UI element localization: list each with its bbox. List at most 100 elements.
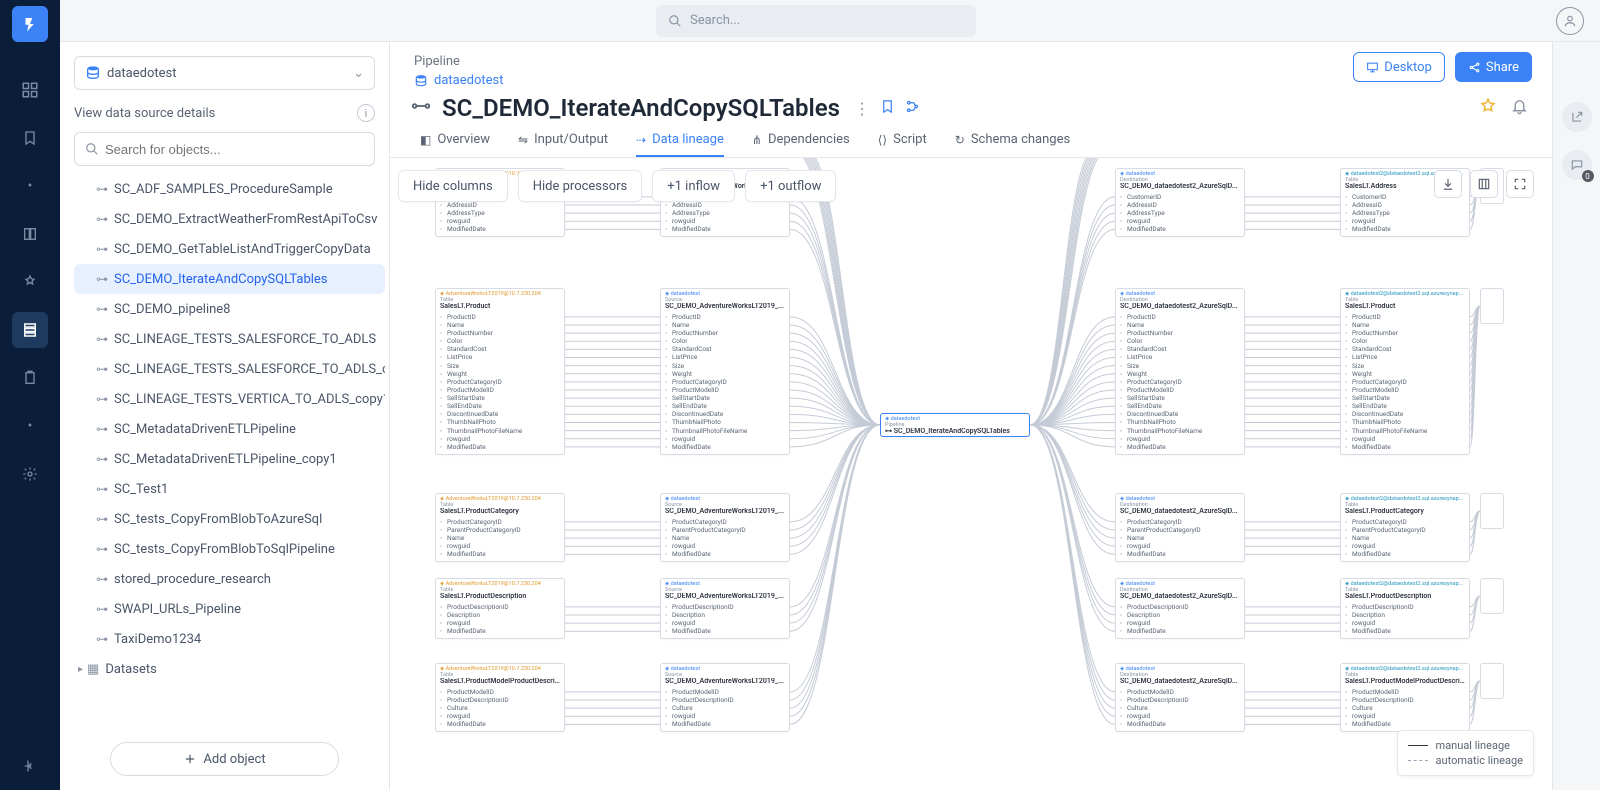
lineage-node[interactable]: ◈ AdventureWorksLT2019@10.7.230.204Table…	[435, 663, 565, 732]
rail-book-icon[interactable]	[12, 216, 48, 252]
tree-item[interactable]: ⊶SWAPI_URLs_Pipeline	[74, 594, 385, 624]
app-logo[interactable]	[12, 6, 48, 42]
lineage-node[interactable]: ◈ dataedotestDestinationSC_DEMO_dataedot…	[1115, 663, 1245, 732]
lineage-node-stub[interactable]	[1480, 663, 1504, 699]
pipeline-icon: ⊶	[96, 362, 108, 376]
object-tree: ⊶SC_ADF_SAMPLES_ProcedureSample⊶SC_DEMO_…	[60, 174, 389, 732]
open-external-icon[interactable]	[1562, 102, 1592, 132]
bell-icon[interactable]	[1511, 98, 1528, 119]
lineage-node[interactable]: ◈ dataedotestSourceSC_DEMO_AdventureWork…	[660, 493, 790, 562]
tree-item[interactable]: ⊶SC_Test1	[74, 474, 385, 504]
object-search[interactable]	[74, 132, 375, 166]
share-icon	[1468, 61, 1481, 74]
tab-data-lineage[interactable]: ⇢Data lineage	[636, 132, 724, 157]
page-title: SC_DEMO_IterateAndCopySQLTables	[442, 94, 840, 122]
pipeline-icon: ⊶	[96, 572, 108, 586]
add-object-button[interactable]: Add object	[110, 742, 339, 776]
pipeline-icon: ⊶	[96, 182, 108, 196]
rail-clipboard-icon[interactable]	[12, 360, 48, 396]
tree-item[interactable]: ⊶SC_DEMO_pipeline8	[74, 294, 385, 324]
rail-stack-icon[interactable]	[12, 312, 48, 348]
lineage-node[interactable]: ◈ dataedotestDestinationSC_DEMO_dataedot…	[1115, 493, 1245, 562]
object-browser: dataedotest ⌄ View data source details i…	[60, 42, 390, 790]
pipeline-icon: ⊶	[96, 512, 108, 526]
user-avatar[interactable]	[1556, 7, 1584, 35]
lineage-node-stub[interactable]	[1480, 493, 1504, 529]
download-icon[interactable]	[1434, 170, 1462, 198]
more-icon[interactable]: ⋮	[854, 99, 870, 118]
rail-gear-icon[interactable]	[12, 456, 48, 492]
tree-item[interactable]: ⊶stored_procedure_research	[74, 564, 385, 594]
lineage-canvas[interactable]: Hide columns Hide processors +1 inflow +…	[390, 158, 1552, 790]
content-pane: Desktop Share Pipeline dataedotest SC_DE…	[390, 42, 1552, 790]
tree-item[interactable]: ⊶SC_DEMO_IterateAndCopySQLTables	[74, 264, 385, 294]
datasource-select[interactable]: dataedotest ⌄	[74, 56, 375, 90]
rail-star-badge-icon[interactable]	[12, 264, 48, 300]
tree-item[interactable]: ⊶SC_ADF_SAMPLES_ProcedureSample	[74, 174, 385, 204]
lineage-settings-icon[interactable]	[905, 99, 920, 118]
tab-script[interactable]: ⟨⟩Script	[878, 132, 927, 157]
bookmark-icon[interactable]	[880, 99, 895, 118]
panel-label[interactable]: View data source details	[74, 106, 215, 121]
rail-dot2-icon[interactable]: •	[12, 408, 48, 444]
pipeline-icon	[410, 95, 432, 121]
lineage-node[interactable]: ◈ AdventureWorksLT2019@10.7.230.204Table…	[435, 288, 565, 455]
fit-icon[interactable]	[1470, 170, 1498, 198]
lineage-node[interactable]: ◈ dataedotestDestinationSC_DEMO_dataedot…	[1115, 168, 1245, 237]
rail-dot-icon[interactable]: •	[12, 168, 48, 204]
global-search[interactable]: Search...	[656, 5, 976, 37]
lineage-node[interactable]: ◈ AdventureWorksLT2019@10.7.230.204Table…	[435, 493, 565, 562]
lineage-node[interactable]: ◈ dataedotestDestinationSC_DEMO_dataedot…	[1115, 288, 1245, 455]
tab-overview[interactable]: ◧Overview	[420, 132, 490, 157]
fullscreen-icon[interactable]	[1506, 170, 1534, 198]
lineage-node[interactable]: ◈ dataedotest2@dataedotest2.sql.azuresyn…	[1340, 288, 1470, 455]
folder-icon: ▦	[87, 662, 99, 677]
comments-icon[interactable]: 0	[1562, 150, 1592, 180]
hide-processors-button[interactable]: Hide processors	[518, 170, 643, 202]
lineage-node[interactable]: ◈ dataedotestSourceSC_DEMO_AdventureWork…	[660, 288, 790, 455]
lineage-node[interactable]: ◈ dataedotest2@dataedotest2.sql.azuresyn…	[1340, 663, 1470, 732]
rail-dashboard-icon[interactable]	[12, 72, 48, 108]
tree-item[interactable]: ⊶SC_tests_CopyFromBlobToAzureSql	[74, 504, 385, 534]
tree-item[interactable]: ⊶SC_DEMO_GetTableListAndTriggerCopyData	[74, 234, 385, 264]
lineage-node[interactable]: ◈ AdventureWorksLT2019@10.7.230.204Table…	[435, 578, 565, 639]
tree-item[interactable]: ⊶TaxiDemo1234	[74, 624, 385, 654]
lineage-node-stub[interactable]	[1480, 578, 1504, 614]
tree-item[interactable]: ⊶SC_LINEAGE_TESTS_SALESFORCE_TO_ADLS	[74, 324, 385, 354]
lineage-center-node[interactable]: ◈ dataedotestPipeline⊶ SC_DEMO_IterateAn…	[880, 413, 1030, 437]
tree-item[interactable]: ⊶SC_LINEAGE_TESTS_VERTICA_TO_ADLS_copy1	[74, 384, 385, 414]
star-icon[interactable]	[1479, 97, 1497, 119]
lineage-node[interactable]: ◈ dataedotestSourceSC_DEMO_AdventureWork…	[660, 578, 790, 639]
info-icon[interactable]: i	[357, 104, 375, 122]
tab-input-output[interactable]: ⇋Input/Output	[518, 132, 608, 157]
lineage-node[interactable]: ◈ dataedotestDestinationSC_DEMO_dataedot…	[1115, 578, 1245, 639]
tree-item[interactable]: ⊶SC_MetadataDrivenETLPipeline_copy1	[74, 444, 385, 474]
desktop-button[interactable]: Desktop	[1353, 52, 1445, 82]
tree-item[interactable]: ⊶SC_MetadataDrivenETLPipeline	[74, 414, 385, 444]
lineage-node[interactable]: ◈ dataedotestSourceSC_DEMO_AdventureWork…	[660, 663, 790, 732]
rail-collapse-icon[interactable]	[12, 748, 48, 784]
inflow-button[interactable]: +1 inflow	[652, 170, 735, 202]
database-icon	[414, 74, 428, 88]
tab-dependencies[interactable]: ⋔Dependencies	[752, 132, 850, 157]
rail-bookmark-icon[interactable]	[12, 120, 48, 156]
right-rail: 0	[1552, 42, 1600, 790]
share-button[interactable]: Share	[1455, 52, 1532, 82]
outflow-button[interactable]: +1 outflow	[745, 170, 836, 202]
tree-group-datasets[interactable]: ▸▦Datasets	[74, 654, 385, 684]
lineage-node[interactable]: ◈ dataedotest2@dataedotest2.sql.azuresyn…	[1340, 578, 1470, 639]
tab-schema-changes[interactable]: ↻Schema changes	[955, 132, 1070, 157]
tree-item[interactable]: ⊶SC_LINEAGE_TESTS_SALESFORCE_TO_ADLS_cop…	[74, 354, 385, 384]
object-search-input[interactable]	[105, 142, 364, 157]
hide-columns-button[interactable]: Hide columns	[398, 170, 508, 202]
pipeline-icon: ⊶	[96, 272, 108, 286]
pipeline-icon: ⊶	[96, 302, 108, 316]
tree-item[interactable]: ⊶SC_DEMO_ExtractWeatherFromRestApiToCsv	[74, 204, 385, 234]
comments-badge: 0	[1582, 170, 1594, 182]
datasource-name: dataedotest	[107, 66, 176, 81]
lineage-node[interactable]: ◈ dataedotest2@dataedotest2.sql.azuresyn…	[1340, 493, 1470, 562]
lineage-node-stub[interactable]	[1480, 288, 1504, 324]
pipeline-icon: ⊶	[96, 452, 108, 466]
plus-icon	[183, 752, 197, 766]
tree-item[interactable]: ⊶SC_tests_CopyFromBlobToSqlPipeline	[74, 534, 385, 564]
